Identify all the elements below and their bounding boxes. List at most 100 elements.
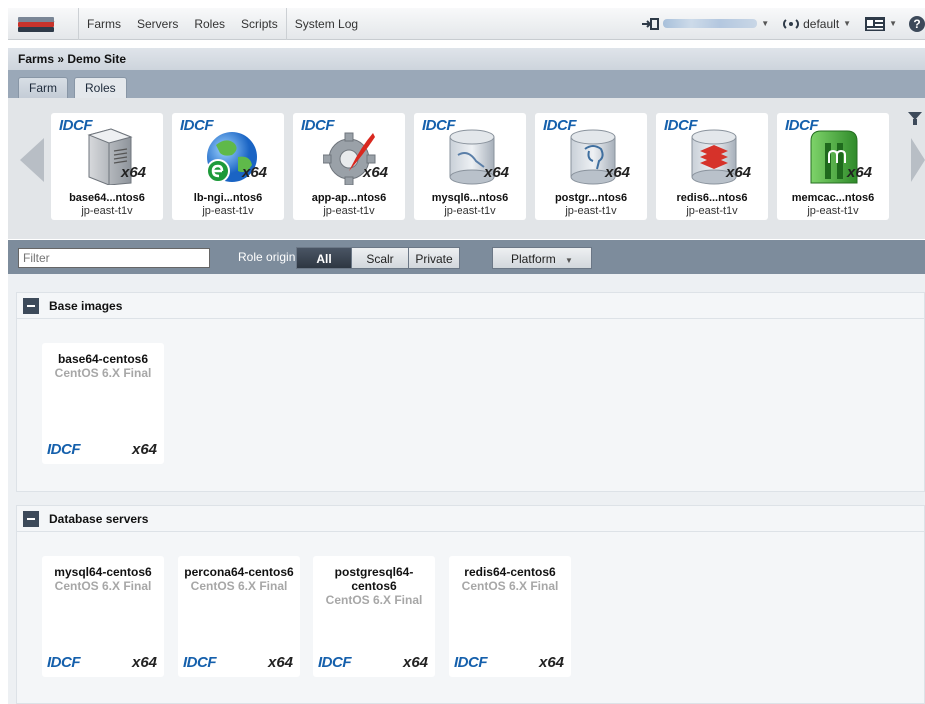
image-os: CentOS 6.X Final [461,579,559,593]
brand-label: IDCF [785,117,819,134]
image-card[interactable]: percona64-centos6 CentOS 6.X Final IDCF … [178,556,300,677]
environment-name: default [803,16,840,31]
role-name: mysql6...ntos6 [431,192,509,204]
role-location: jp-east-t1v [807,205,859,217]
brand-label: IDCF [47,654,81,671]
brand-label: IDCF [59,117,93,134]
id-card-icon [865,16,886,31]
carousel-prev-arrow-icon[interactable] [20,138,44,182]
image-os: CentOS 6.X Final [54,579,152,593]
tab-farm[interactable]: Farm [18,77,68,98]
filter-toolbar: Role origin: All Scalr Private Platform … [8,240,925,274]
role-name: redis6...ntos6 [676,192,748,204]
image-name: postgresql64- centos6 [334,565,414,593]
brand-label: IDCF [47,441,81,458]
image-card[interactable]: mysql64-centos6 CentOS 6.X Final IDCF x6… [42,556,164,677]
role-name: lb-ngi...ntos6 [193,192,263,204]
platform-label: Platform [511,252,556,266]
chevron-down-icon: ▼ [565,256,573,265]
role-location: jp-east-t1v [81,205,133,217]
image-os: CentOS 6.X Final [54,366,152,380]
chevron-down-icon: ▼ [761,19,770,28]
nav-item-servers[interactable]: Servers [129,8,186,40]
role-name: base64...ntos6 [69,192,145,204]
nav-item-farms[interactable]: Farms [79,8,129,40]
login-arrow-icon [642,17,660,30]
arch-label: x64 [363,164,389,181]
arch-label: x64 [121,164,147,181]
profile-menu[interactable]: ▼ [865,16,897,31]
image-card[interactable]: redis64-centos6 CentOS 6.X Final IDCF x6… [449,556,571,677]
group-base-images: Base images base64-centos6 CentOS 6.X Fi… [16,292,925,492]
filter-input[interactable] [18,248,210,268]
breadcrumb: Farms » Demo Site [8,48,925,70]
image-os: CentOS 6.X Final [325,593,423,607]
image-card[interactable]: postgresql64- centos6 CentOS 6.X Final I… [313,556,435,677]
role-card-redis[interactable]: IDCF x64 redis6...ntos6 jp-east-t1v [656,113,768,220]
role-card-base[interactable]: IDCF x64 base64...ntos6 jp-east-t1v [51,113,163,220]
role-carousel: IDCF x64 base64...ntos6 jp-east-t1v IDCF… [8,98,925,239]
brand-label: IDCF [664,117,698,134]
group-database-servers: Database servers mysql64-centos6 CentOS … [16,505,925,704]
role-location: jp-east-t1v [444,205,496,217]
role-name: postgr...ntos6 [554,192,628,204]
user-account-menu[interactable]: ▼ [641,17,770,30]
role-origin-label: Role origin: [238,250,299,264]
environment-icon [783,18,800,29]
image-name: redis64-centos6 [464,565,556,579]
help-icon[interactable]: ? [909,15,925,32]
brand-label: IDCF [318,654,352,671]
role-card-postgresql[interactable]: IDCF x64 postgr...ntos6 jp-east-t1v [535,113,647,220]
app-logo-menu[interactable]: ▼ [8,8,56,40]
chevron-down-icon: ▼ [889,19,897,28]
nav-item-scripts[interactable]: Scripts [233,8,286,40]
arch-label: x64 [605,164,631,181]
brand-label: IDCF [183,654,217,671]
collapse-icon[interactable] [23,297,39,314]
platform-dropdown[interactable]: Platform ▼ [492,247,592,269]
arch-label: x64 [132,441,158,458]
filter-funnel-icon[interactable] [908,112,922,125]
arch-label: x64 [484,164,510,181]
collapse-icon[interactable] [23,510,39,527]
scalr-logo-icon [18,16,54,32]
arch-label: x64 [726,164,752,181]
arch-label: x64 [539,654,565,671]
image-os: CentOS 6.X Final [190,579,288,593]
group-title: Base images [49,298,123,313]
origin-private-button[interactable]: Private [408,247,460,269]
origin-all-button[interactable]: All [296,247,352,269]
environment-selector[interactable]: default ▼ [783,17,851,31]
brand-label: IDCF [180,117,214,134]
role-location: jp-east-t1v [565,205,617,217]
nav-item-system-log[interactable]: System Log [287,8,366,40]
tab-roles[interactable]: Roles [74,77,127,98]
image-name: mysql64-centos6 [54,565,152,579]
arch-label: x64 [132,654,158,671]
group-title: Database servers [49,511,149,526]
roles-library: Base images base64-centos6 CentOS 6.X Fi… [8,274,925,704]
origin-scalr-button[interactable]: Scalr [351,247,409,269]
role-card-app[interactable]: IDCF x64 app-ap...ntos6 jp-east-t1v [293,113,405,220]
role-location: jp-east-t1v [202,205,254,217]
role-name: app-ap...ntos6 [311,192,387,204]
brand-label: IDCF [422,117,456,134]
arch-label: x64 [268,654,294,671]
arch-label: x64 [403,654,429,671]
arch-label: x64 [847,164,873,181]
role-card-memcached[interactable]: IDCF x64 memcac...ntos6 jp-east-t1v [777,113,889,220]
role-location: jp-east-t1v [323,205,375,217]
role-card-mysql[interactable]: IDCF x64 mysql6...ntos6 jp-east-t1v [414,113,526,220]
user-email-redacted [663,19,758,28]
brand-label: IDCF [543,117,577,134]
tab-bar: Farm Roles [8,70,925,98]
role-card-lb[interactable]: IDCF x64 lb-ngi...ntos6 jp-east-t1v [172,113,284,220]
image-card[interactable]: base64-centos6 CentOS 6.X Final IDCF x64 [42,343,164,464]
role-location: jp-east-t1v [686,205,738,217]
image-name: percona64-centos6 [184,565,294,579]
chevron-down-icon: ▼ [843,19,852,28]
brand-label: IDCF [301,117,335,134]
carousel-next-arrow-icon[interactable] [911,138,925,182]
image-name: base64-centos6 [57,352,149,366]
nav-item-roles[interactable]: Roles [186,8,233,40]
